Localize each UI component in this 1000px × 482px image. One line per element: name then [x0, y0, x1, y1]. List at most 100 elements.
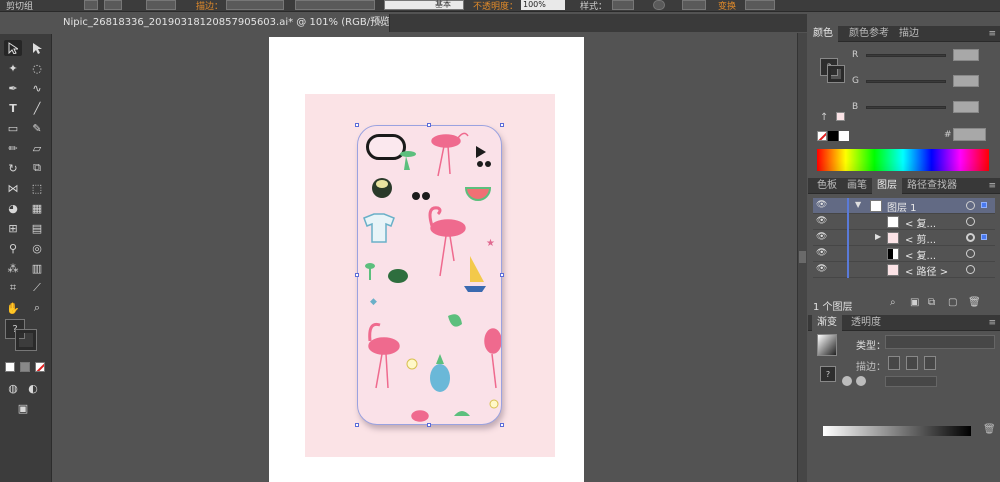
draw-normal-icon[interactable]: ◍: [4, 380, 22, 396]
channel-b-slider[interactable]: [866, 106, 946, 109]
scale-tool-icon[interactable]: ⧉: [28, 160, 46, 176]
perspective-grid-tool-icon[interactable]: ▦: [28, 200, 46, 216]
blend-tool-icon[interactable]: ◎: [28, 240, 46, 256]
layer-row[interactable]: 👁 < 复...: [813, 214, 995, 230]
eye-icon[interactable]: 👁: [816, 232, 827, 243]
variable-width-dropdown[interactable]: [295, 0, 375, 10]
brush-style-dropdown[interactable]: 基本: [384, 0, 464, 10]
tab-gradient[interactable]: 渐变: [812, 315, 842, 331]
eyedropper-tool-icon[interactable]: ⚲: [4, 240, 22, 256]
layer-row[interactable]: 👁 ▶ < 剪...: [813, 230, 995, 246]
zoom-tool-icon[interactable]: ⌕: [28, 300, 46, 316]
channel-r-slider[interactable]: [866, 54, 946, 57]
color-spectrum[interactable]: [817, 149, 989, 171]
pen-tool-icon[interactable]: ✒: [4, 80, 22, 96]
close-tab-icon[interactable]: ×: [376, 14, 384, 32]
tab-color-guide[interactable]: 颜色参考: [844, 26, 894, 42]
artboard-tool-icon[interactable]: ⌗: [4, 280, 22, 296]
channel-g-slider[interactable]: [866, 80, 946, 83]
expand-arrow-icon[interactable]: ▶: [875, 232, 881, 241]
channel-b-value[interactable]: [953, 101, 979, 113]
tab-color[interactable]: 颜色: [808, 26, 838, 42]
layer-row[interactable]: 👁 ▼ 图层 1: [813, 198, 995, 214]
gradient-preview[interactable]: [817, 334, 837, 356]
selection-tool-icon[interactable]: [4, 40, 22, 56]
eraser-tool-icon[interactable]: ▱: [28, 140, 46, 156]
selection-handle[interactable]: [427, 423, 431, 427]
paintbrush-tool-icon[interactable]: ✎: [28, 120, 46, 136]
canvas-area[interactable]: ★ ◆: [55, 33, 807, 482]
stroke-label[interactable]: 描边：: [196, 0, 223, 11]
gradient-type-dropdown[interactable]: [885, 335, 995, 349]
graphic-style-dropdown[interactable]: [612, 0, 634, 10]
rotate-tool-icon[interactable]: ↻: [4, 160, 22, 176]
clipping-mask-icon[interactable]: ▣: [910, 297, 919, 308]
opacity-label[interactable]: 不透明度：: [473, 0, 518, 11]
shape-builder-tool-icon[interactable]: ◕: [4, 200, 22, 216]
gradient-mode-icon[interactable]: [20, 362, 30, 372]
target-icon[interactable]: [966, 233, 975, 242]
line-tool-icon[interactable]: ╱: [28, 100, 46, 116]
phone-case-artwork[interactable]: ★ ◆: [357, 125, 502, 425]
type-tool-icon[interactable]: T: [4, 100, 22, 116]
fill-swatch-dropdown[interactable]: [146, 0, 176, 10]
aspect-ratio-icon[interactable]: [856, 376, 866, 386]
scroll-thumb[interactable]: [799, 251, 806, 263]
target-icon[interactable]: [966, 265, 975, 274]
selection-handle[interactable]: [500, 273, 504, 277]
align-icon[interactable]: [682, 0, 706, 10]
last-color-swatch[interactable]: [836, 112, 845, 121]
isolate-icon[interactable]: [84, 0, 98, 10]
selection-handle[interactable]: [355, 423, 359, 427]
layer-row[interactable]: 👁 < 复...: [813, 246, 995, 262]
eye-icon[interactable]: 👁: [816, 200, 827, 211]
stroke-within-icon[interactable]: [888, 356, 900, 370]
channel-r-value[interactable]: [953, 49, 979, 61]
tab-transparency[interactable]: 透明度: [846, 315, 886, 331]
direct-selection-tool-icon[interactable]: [28, 40, 46, 56]
layer-row[interactable]: 👁 < 路径 >: [813, 262, 995, 278]
out-of-gamut-icon[interactable]: ↑: [820, 112, 828, 123]
selection-handle[interactable]: [427, 123, 431, 127]
tab-brushes[interactable]: 画笔: [842, 178, 872, 194]
tab-pathfinder[interactable]: 路径查找器: [902, 178, 962, 194]
column-graph-tool-icon[interactable]: ▥: [28, 260, 46, 276]
white-swatch[interactable]: [839, 131, 849, 141]
target-icon[interactable]: [966, 201, 975, 210]
slice-tool-icon[interactable]: ⟋: [28, 280, 46, 296]
none-swatch[interactable]: [817, 131, 827, 141]
stroke-color-icon[interactable]: [15, 329, 37, 351]
eye-icon[interactable]: 👁: [816, 216, 827, 227]
tab-stroke[interactable]: 描边: [894, 26, 924, 42]
pencil-tool-icon[interactable]: ✏: [4, 140, 22, 156]
stroke-along-icon[interactable]: [906, 356, 918, 370]
channel-g-value[interactable]: [953, 75, 979, 87]
eye-icon[interactable]: 👁: [816, 264, 827, 275]
selection-handle[interactable]: [355, 123, 359, 127]
width-tool-icon[interactable]: ⋈: [4, 180, 22, 196]
panel-menu-icon[interactable]: ≡: [988, 26, 996, 42]
tab-layers[interactable]: 图层: [872, 178, 902, 194]
angle-field[interactable]: [885, 376, 937, 387]
hex-field[interactable]: [953, 128, 986, 141]
new-sublayer-icon[interactable]: ⧉: [928, 297, 935, 308]
recolor-icon[interactable]: [653, 0, 665, 10]
selection-indicator[interactable]: [981, 202, 987, 208]
tab-swatches[interactable]: 色板: [812, 178, 842, 194]
stroke-swatch-icon[interactable]: [827, 65, 845, 83]
hand-tool-icon[interactable]: ✋: [4, 300, 22, 316]
panel-menu-icon[interactable]: ≡: [988, 178, 996, 194]
color-mode-icon[interactable]: [5, 362, 15, 372]
target-icon[interactable]: [966, 249, 975, 258]
none-mode-icon[interactable]: [35, 362, 45, 372]
gradient-fill-icon[interactable]: ?: [820, 366, 836, 382]
rectangle-tool-icon[interactable]: ▭: [4, 120, 22, 136]
free-transform-tool-icon[interactable]: ⬚: [28, 180, 46, 196]
panel-menu-icon[interactable]: ≡: [988, 315, 996, 331]
arrange-icon[interactable]: [745, 0, 775, 10]
selection-handle[interactable]: [500, 423, 504, 427]
mesh-tool-icon[interactable]: ⊞: [4, 220, 22, 236]
locate-object-icon[interactable]: ⌕: [890, 297, 896, 308]
target-icon[interactable]: [966, 217, 975, 226]
selection-handle[interactable]: [500, 123, 504, 127]
